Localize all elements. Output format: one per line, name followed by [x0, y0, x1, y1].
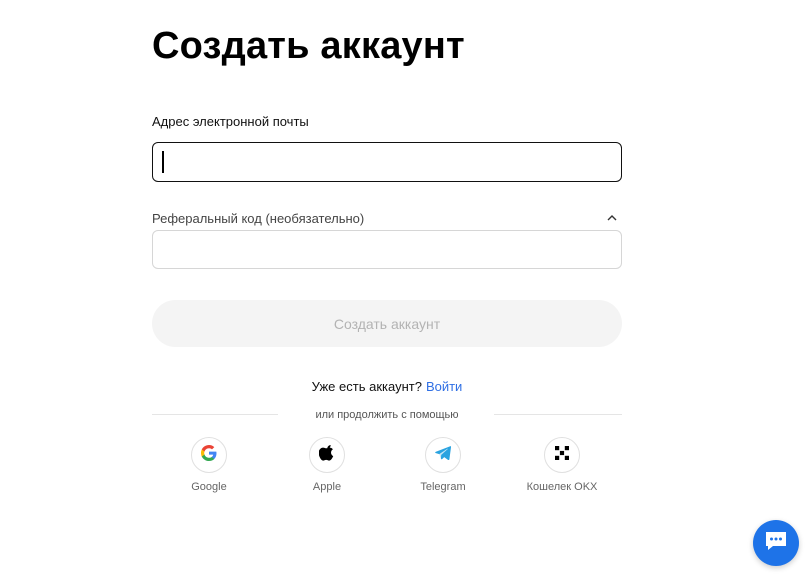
social-apple-label: Apple: [312, 481, 342, 493]
create-account-button[interactable]: Создать аккаунт: [152, 300, 622, 347]
login-prompt-text: Уже есть аккаунт?: [311, 379, 422, 394]
signup-page: Создать аккаунт Адрес электронной почты …: [0, 0, 810, 575]
text-cursor: [162, 151, 164, 173]
telegram-icon: [435, 445, 452, 465]
chat-icon: [764, 530, 788, 557]
social-google-label: Google: [191, 481, 227, 493]
divider-text: или продолжить с помощью: [315, 409, 459, 421]
chat-button[interactable]: [753, 520, 799, 566]
social-okx[interactable]: Кошелек OKX: [517, 437, 607, 494]
login-link[interactable]: Войти: [426, 379, 462, 394]
social-apple-button[interactable]: [309, 437, 345, 473]
social-apple[interactable]: Apple: [282, 437, 372, 494]
okx-icon: [555, 445, 569, 465]
referral-label: Реферальный код (необязательно): [152, 211, 365, 226]
apple-icon: [318, 444, 335, 466]
social-google-button[interactable]: [191, 437, 227, 473]
social-google[interactable]: Google: [164, 437, 254, 494]
referral-input[interactable]: [152, 230, 622, 269]
chevron-up-icon[interactable]: [604, 209, 620, 225]
social-okx-label: Кошелек OKX: [526, 481, 598, 493]
social-telegram[interactable]: Telegram: [398, 437, 488, 494]
page-title: Создать аккаунт: [152, 25, 465, 67]
social-telegram-label: Telegram: [420, 481, 466, 493]
google-icon: [201, 444, 217, 466]
email-input[interactable]: [152, 142, 622, 182]
login-prompt-row: Уже есть аккаунт? Войти: [152, 378, 622, 396]
email-label: Адрес электронной почты: [152, 114, 309, 129]
social-okx-button[interactable]: [544, 437, 580, 473]
social-telegram-button[interactable]: [425, 437, 461, 473]
